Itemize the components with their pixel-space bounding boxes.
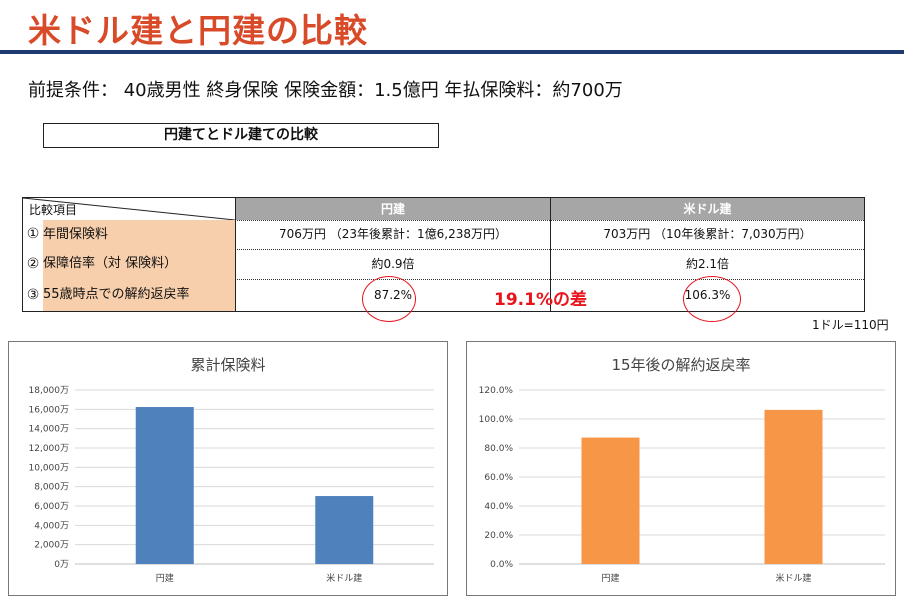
y-tick-label: 14,000万 [29, 425, 70, 435]
row-number: ② [23, 249, 43, 279]
col-header-yen: 円建 [235, 198, 550, 220]
y-tick-label: 0.0% [490, 560, 513, 570]
comparison-heading: 円建てとドル建ての比較 [43, 123, 439, 148]
y-tick-label: 18,000万 [29, 386, 70, 396]
title-divider [0, 50, 904, 54]
y-tick-label: 60.0% [484, 473, 513, 483]
y-tick-label: 100.0% [479, 415, 514, 425]
bar [135, 407, 194, 564]
row-number: ③ [23, 279, 43, 311]
y-tick-label: 10,000万 [29, 463, 70, 473]
premise-text: 前提条件： 40歳男性 終身保険 保険金額：1.5億円 年払保険料：約700万 [28, 80, 623, 101]
row-label: 保障倍率（対 保険料） [43, 249, 235, 279]
cumulative-premium-chart: 累計保険料 0万 2,000万 4,000万 6,000万 8,000万 10,000万 12… [8, 341, 448, 596]
row-label: 55歳時点での解約返戻率 [43, 279, 235, 311]
chart-title: 累計保険料 [190, 356, 265, 374]
y-tick-label: 12,000万 [29, 444, 70, 454]
table-row: ① 年間保険料 706万円 （23年後累計：1億6,238万円） 703万円 （… [23, 220, 864, 250]
yen-value: 706万円 （23年後累計：1億6,238万円） [235, 220, 550, 249]
difference-note: 19.1%の差 [494, 290, 587, 310]
x-tick-label: 米ドル建 [775, 572, 811, 584]
table-header-row: 比較項目 円建 米ドル建 [23, 198, 864, 221]
table-row: ② 保障倍率（対 保険料） 約0.9倍 約2.1倍 [23, 249, 864, 280]
bar [315, 496, 374, 564]
y-tick-label: 20.0% [484, 531, 513, 541]
row-label: 年間保険料 [43, 220, 235, 249]
page-title: 米ドル建と円建の比較 [28, 11, 368, 50]
bar [581, 437, 640, 564]
highlight-circle-yen [362, 276, 416, 322]
corner-cell: 比較項目 [23, 198, 235, 220]
x-tick-label: 米ドル建 [326, 572, 362, 584]
bar [764, 409, 823, 564]
x-tick-label: 円建 [156, 572, 174, 584]
col-header-usd: 米ドル建 [550, 198, 864, 220]
y-tick-label: 4,000万 [34, 521, 69, 531]
y-tick-label: 40.0% [484, 502, 513, 512]
chart-svg: 15年後の解約返戻率 0.0% 20.0% 40.0% 60.0% 80.0% 100.0%… [479, 356, 885, 584]
surrender-rate-chart: 15年後の解約返戻率 0.0% 20.0% 40.0% 60.0% 80.0% 100.0%… [466, 341, 896, 596]
usd-value: 703万円 （10年後累計：7,030万円） [550, 220, 864, 249]
y-tick-label: 0万 [54, 560, 69, 570]
y-tick-label: 80.0% [484, 444, 513, 454]
highlight-circle-usd [683, 276, 741, 322]
yen-value: 約0.9倍 [235, 249, 550, 279]
row-number: ① [23, 220, 43, 249]
usd-value: 約2.1倍 [550, 249, 864, 279]
y-tick-label: 120.0% [479, 386, 514, 396]
chart-svg: 累計保険料 0万 2,000万 4,000万 6,000万 8,000万 10,000万 12… [29, 356, 434, 584]
chart-title: 15年後の解約返戻率 [611, 356, 750, 374]
y-tick-label: 16,000万 [29, 405, 70, 415]
corner-label: 比較項目 [29, 203, 78, 217]
y-tick-label: 6,000万 [34, 502, 69, 512]
y-tick-label: 2,000万 [34, 541, 69, 551]
exchange-rate-note: 1ドル=110円 [812, 318, 889, 332]
y-tick-label: 8,000万 [34, 483, 69, 493]
x-tick-label: 円建 [601, 572, 619, 584]
